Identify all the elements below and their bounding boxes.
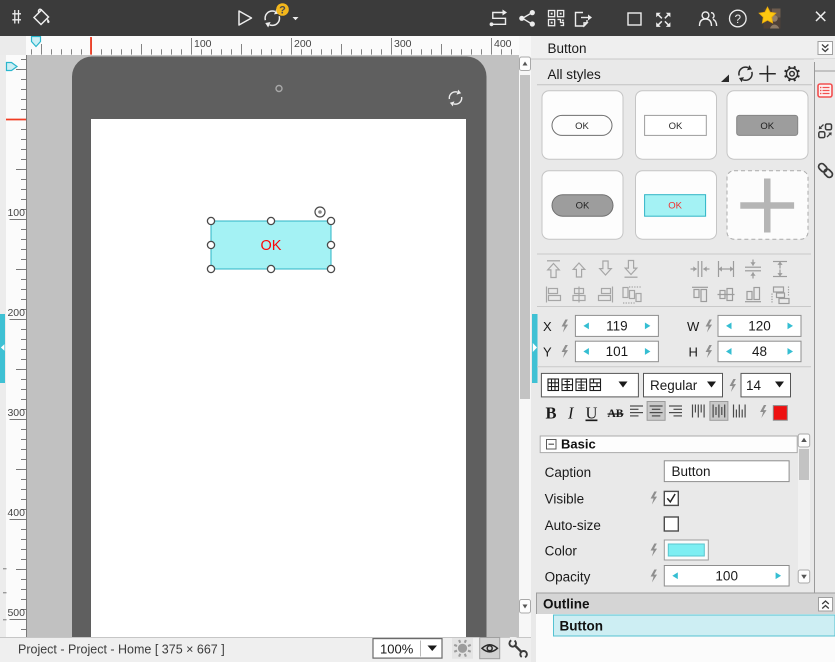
svg-text:Project - Project - Home [ 375: Project - Project - Home [ 375 × 667 ] (18, 643, 225, 657)
svg-text:W: W (687, 319, 700, 334)
svg-text:100: 100 (7, 207, 25, 219)
svg-text:Regular: Regular (650, 378, 698, 393)
svg-text:U: U (586, 404, 598, 423)
svg-text:200: 200 (7, 307, 25, 319)
svg-text:300: 300 (7, 407, 25, 419)
svg-text:14: 14 (746, 378, 762, 393)
svg-text:119: 119 (606, 319, 628, 334)
svg-text:Visible: Visible (545, 492, 585, 507)
svg-text:?: ? (735, 14, 741, 26)
svg-text:300: 300 (394, 38, 412, 50)
svg-text:Opacity: Opacity (545, 570, 591, 585)
svg-text:Auto-size: Auto-size (545, 518, 601, 533)
svg-text:OK: OK (576, 201, 590, 212)
svg-text:H: H (689, 345, 698, 360)
svg-text:100%: 100% (380, 642, 414, 657)
svg-text:OK: OK (575, 121, 589, 132)
svg-text:Outline: Outline (543, 597, 590, 612)
svg-text:OK: OK (760, 121, 774, 132)
svg-text:200: 200 (294, 38, 312, 50)
svg-text:Button: Button (548, 41, 587, 56)
svg-text:Button: Button (672, 464, 711, 479)
svg-text:Y: Y (543, 345, 552, 360)
svg-text:101: 101 (606, 344, 629, 359)
svg-text:120: 120 (748, 319, 771, 334)
svg-text:Caption: Caption (545, 465, 592, 480)
svg-text:OK: OK (261, 238, 282, 254)
svg-text:All styles: All styles (548, 67, 602, 82)
svg-text:Color: Color (545, 544, 578, 559)
svg-text:OK: OK (668, 201, 682, 212)
svg-text:Basic: Basic (561, 437, 596, 452)
svg-text:OK: OK (669, 121, 683, 132)
svg-text:B: B (546, 404, 557, 423)
svg-text:X: X (543, 319, 552, 334)
svg-text:Button: Button (560, 619, 603, 634)
svg-text:400: 400 (494, 38, 512, 50)
svg-text:?: ? (279, 5, 286, 17)
svg-text:100: 100 (194, 38, 212, 50)
svg-text:400: 400 (7, 507, 25, 519)
svg-text:100: 100 (715, 568, 738, 583)
svg-text:AB: AB (608, 408, 624, 420)
svg-text:48: 48 (752, 344, 767, 359)
svg-text:500: 500 (7, 607, 25, 619)
